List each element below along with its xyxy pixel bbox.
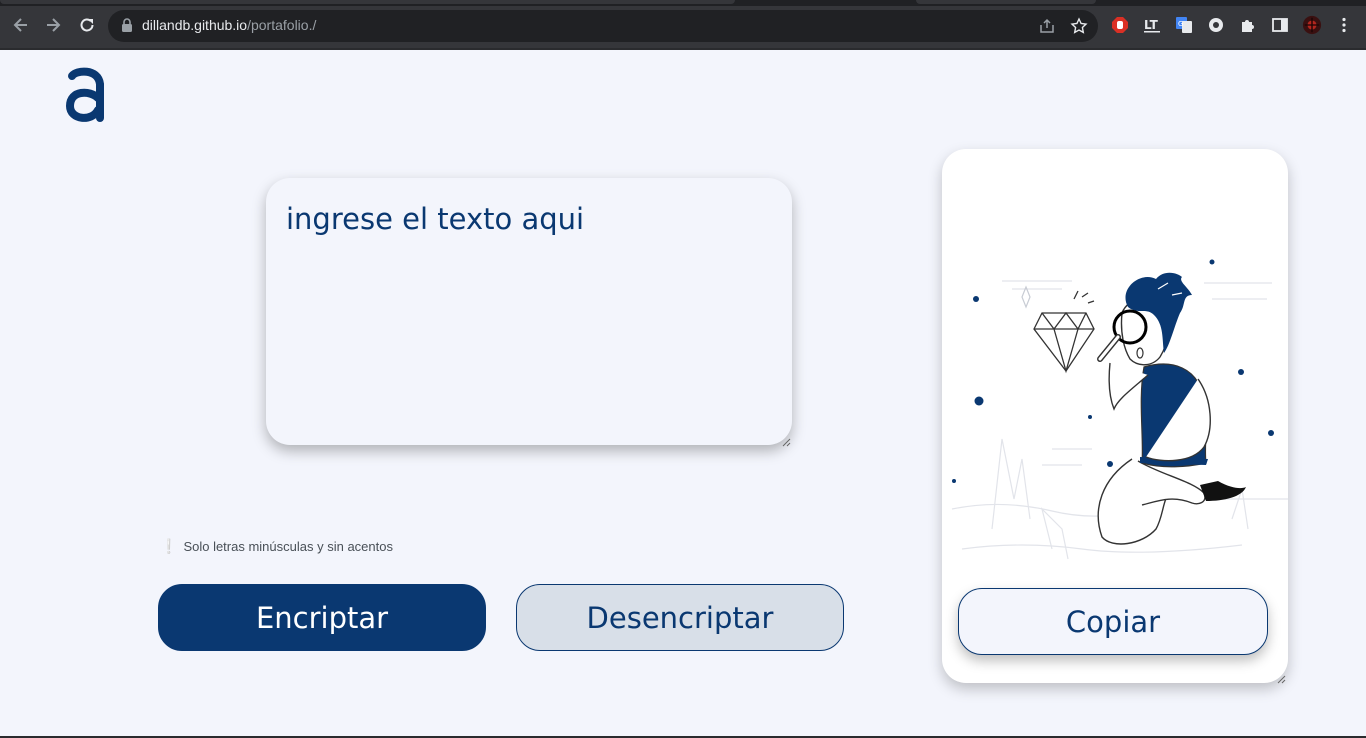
lock-icon[interactable] [121, 18, 133, 38]
url-host: dillandb.github.io [142, 17, 248, 33]
exclamation-icon: ❕ [160, 538, 178, 554]
tab-active-edge [0, 0, 735, 4]
kebab-menu-icon[interactable] [1334, 15, 1354, 35]
svg-text:G: G [1178, 20, 1183, 28]
reload-icon[interactable] [76, 14, 98, 36]
translate-text-icon[interactable]: LT [1142, 15, 1162, 35]
input-hint: ❕ Solo letras minúsculas y sin acentos [160, 538, 393, 555]
copy-button[interactable]: Copiar [958, 588, 1268, 655]
browser-toolbar: dillandb.github.io/portafolio./ LT G [0, 0, 1366, 48]
copy-button-label: Copiar [1065, 604, 1161, 639]
text-input[interactable] [266, 178, 792, 445]
resize-handle[interactable] [1276, 671, 1286, 684]
address-bar[interactable]: dillandb.github.io/portafolio./ [108, 10, 1098, 42]
puzzle-icon[interactable] [1238, 15, 1258, 35]
url-text[interactable]: dillandb.github.io/portafolio./ [142, 17, 316, 33]
output-card: Copiar [942, 149, 1288, 684]
resize-handle[interactable] [781, 434, 791, 447]
person-with-magnifying-glass-and-diamond-illustration [942, 249, 1288, 589]
encrypt-button[interactable]: Encriptar [158, 584, 486, 651]
alura-logo-icon [62, 64, 110, 124]
encrypt-button-label: Encriptar [255, 600, 389, 635]
profile-avatar-icon[interactable] [1302, 15, 1322, 35]
tab-strip [0, 0, 1366, 6]
hint-text: Solo letras minúsculas y sin acentos [183, 539, 393, 554]
arrow-right-icon[interactable] [42, 14, 64, 36]
star-icon[interactable] [1070, 17, 1088, 40]
url-path: /portafolio./ [247, 17, 317, 33]
decrypt-button[interactable]: Desencriptar [516, 584, 844, 651]
toolbar-divider [0, 48, 1366, 50]
tab-edge [916, 0, 1096, 4]
share-icon[interactable] [1038, 17, 1056, 40]
decrypt-button-label: Desencriptar [586, 600, 774, 635]
record-icon[interactable] [1206, 15, 1226, 35]
google-translate-icon[interactable]: G [1174, 15, 1194, 35]
stop-hand-icon[interactable] [1110, 15, 1130, 35]
svg-text:LT: LT [1144, 18, 1159, 32]
arrow-left-icon[interactable] [10, 14, 32, 36]
side-panel-icon[interactable] [1270, 15, 1290, 35]
